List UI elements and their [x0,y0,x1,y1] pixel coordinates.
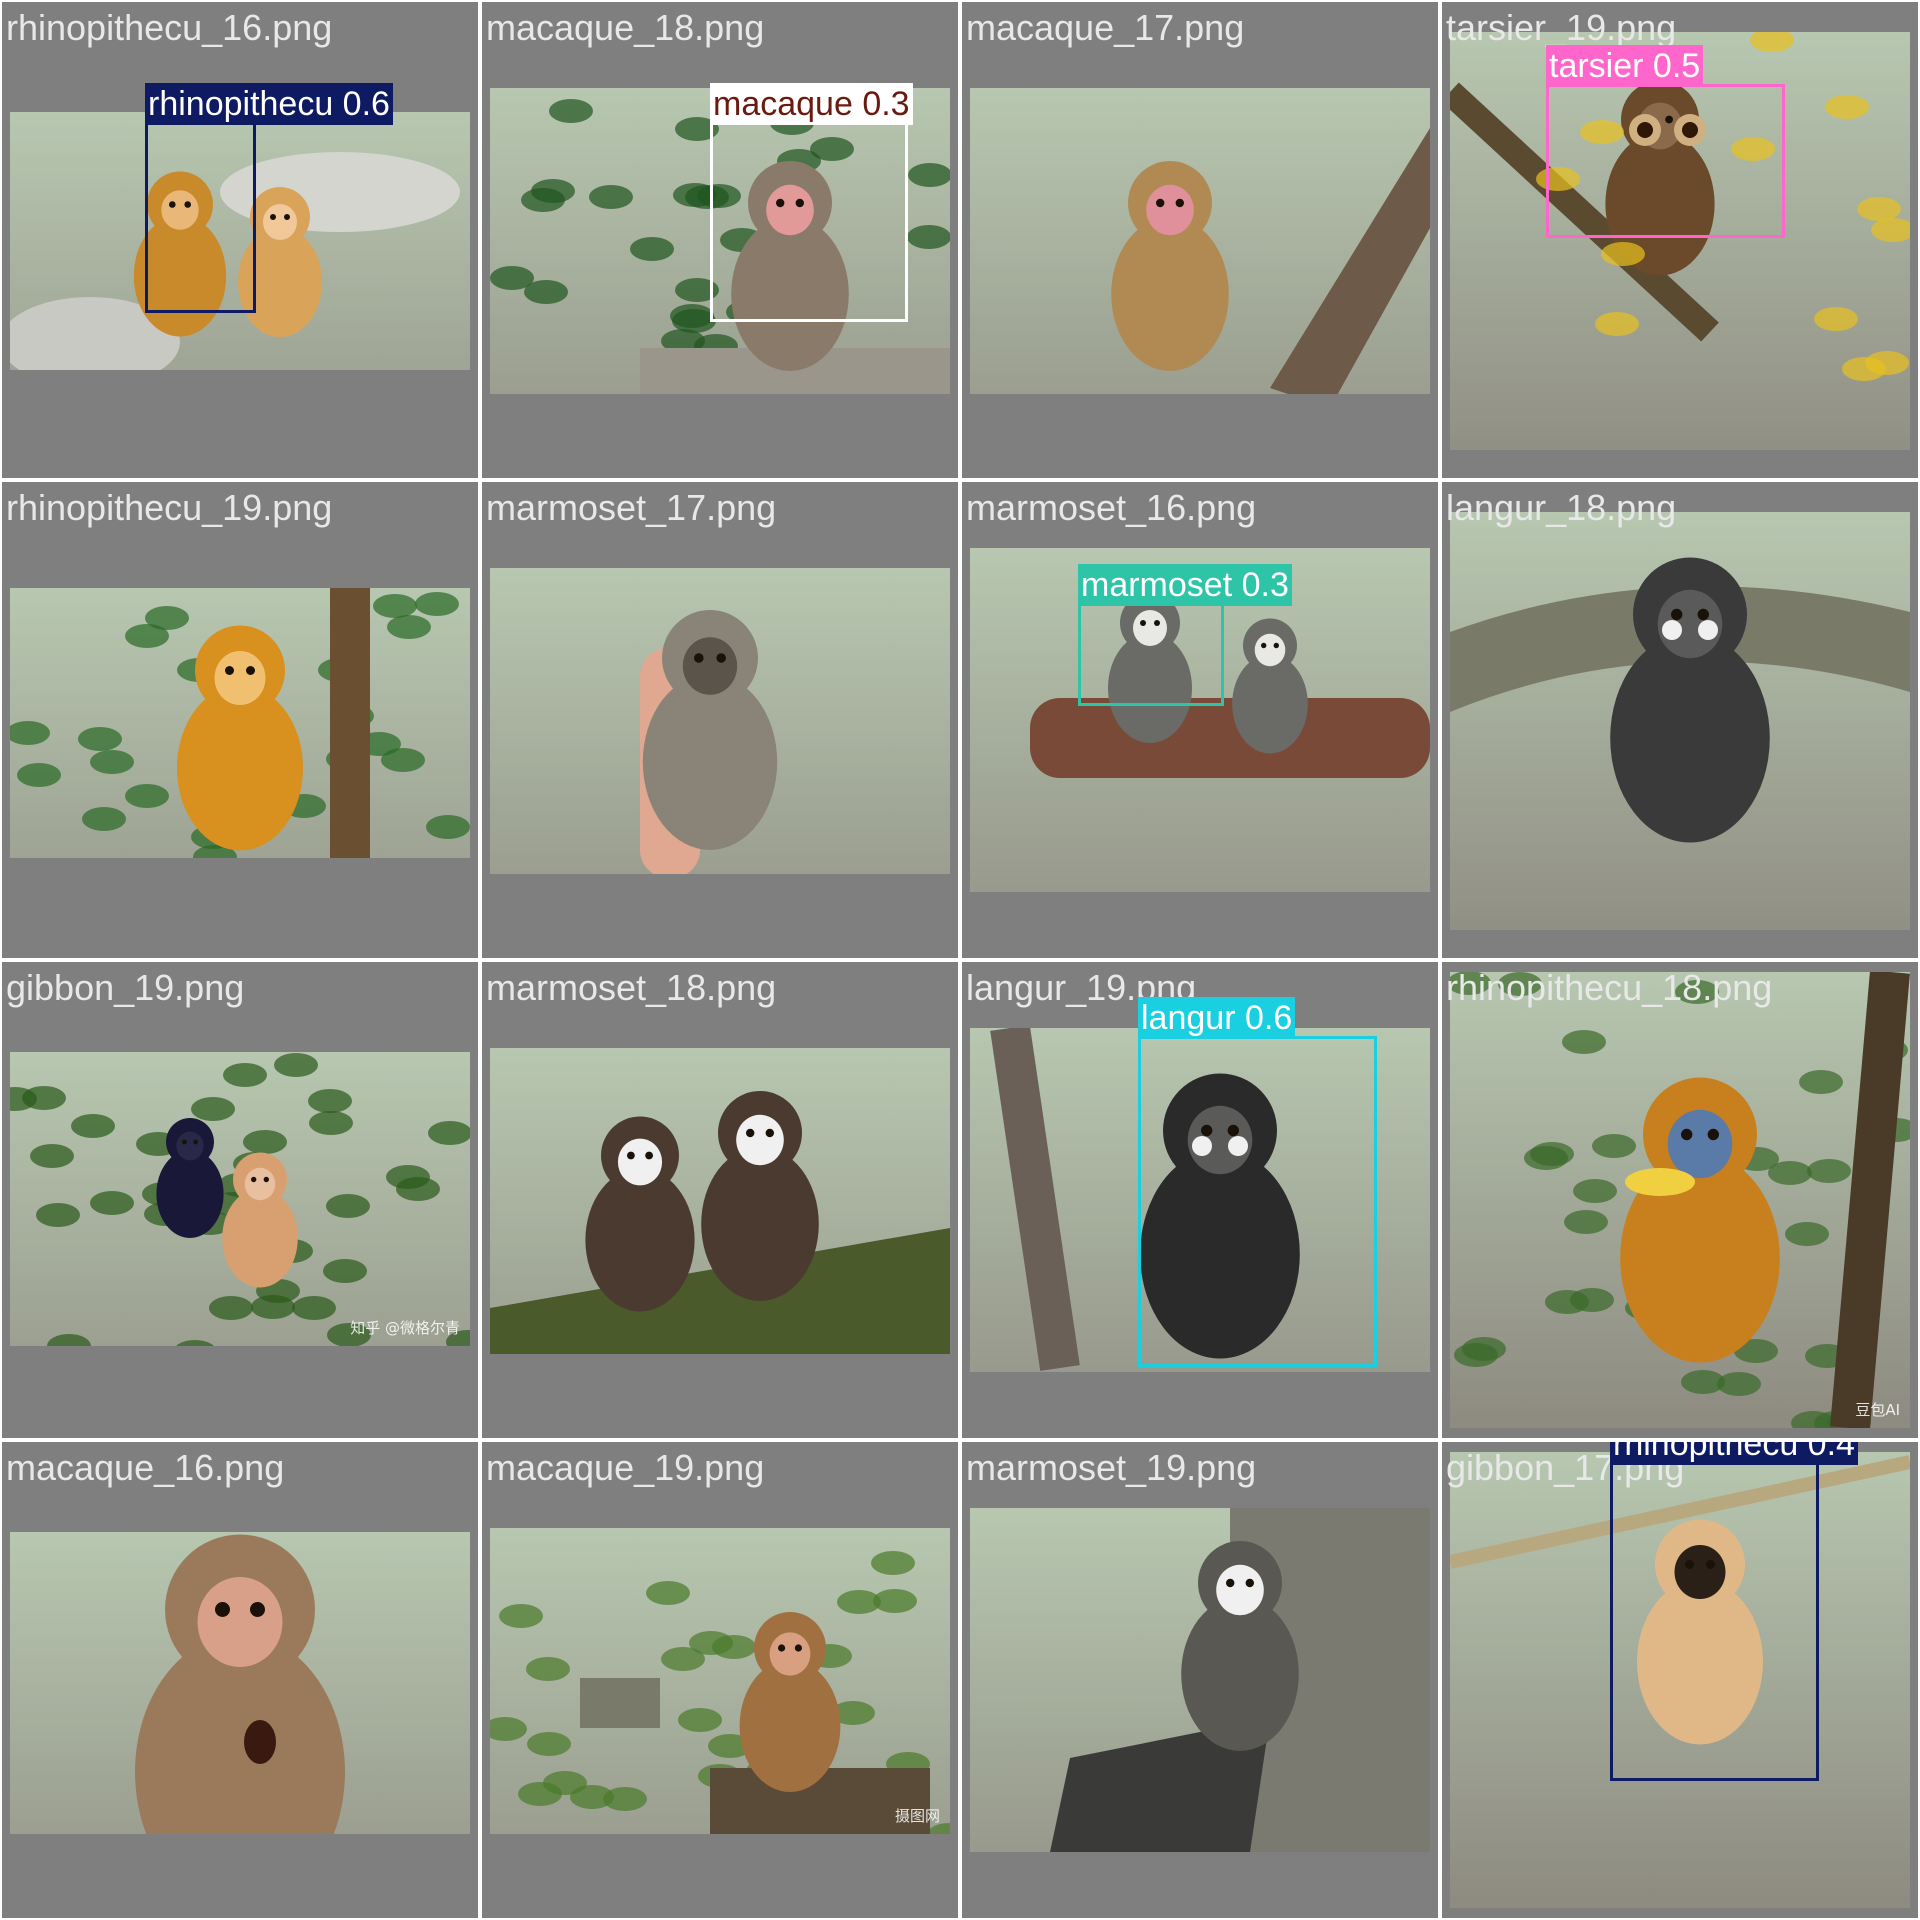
tile-filename: rhinopithecu_16.png [6,7,333,48]
result-tile: rhinopithecu_16.png rhinopithecu 0.6 [2,2,478,478]
detection-label: macaque 0.3 [710,83,913,125]
photo-watermark: 摄图网 [894,1807,940,1825]
tile-filename: macaque_16.png [6,1447,285,1488]
tile-filename: rhinopithecu_19.png [6,487,333,528]
result-tile: gibbon_17.png rhinopithecu 0.4 [1442,1442,1918,1918]
detection-box: macaque 0.3 [710,83,913,322]
result-tile: macaque_18.pngmacaque 0.3 [482,2,958,478]
tile-filename: macaque_17.png [966,7,1245,48]
detection-box: rhinopithecu 0.6 [145,83,393,313]
tile-filename: macaque_18.png [486,7,765,48]
animal-photo [10,1532,470,1834]
animal-photo: 摄图网 [490,1528,950,1834]
tile-filename: macaque_19.png [486,1447,765,1488]
detection-label: tarsier 0.5 [1546,45,1704,87]
result-tile: marmoset_18.png [482,962,958,1438]
result-tile: 豆包AI rhinopithecu_18.png [1442,962,1918,1438]
result-tile: rhinopithecu_19.png [2,482,478,958]
image-grid: rhinopithecu_16.png rhinopithecu 0.6 maca… [0,0,1920,1920]
result-tile: langur_18.png [1442,482,1918,958]
result-tile: 摄图网 macaque_19.png [482,1442,958,1918]
animal-photo: 知乎 @微格尔青 [10,1052,470,1346]
detection-label: rhinopithecu 0.4 [1610,1442,1858,1465]
animal-photo [1450,512,1910,930]
tile-filename: tarsier_19.png [1446,7,1677,48]
tile-filename: gibbon_19.png [6,967,245,1008]
photo-watermark: 知乎 @微格尔青 [350,1319,460,1337]
result-tile: tarsier_19.png tarsier 0.5 [1442,2,1918,478]
tile-filename: rhinopithecu_18.png [1446,967,1773,1008]
detection-label: marmoset 0.3 [1078,564,1292,606]
detection-box: rhinopithecu 0.4 [1610,1442,1858,1781]
result-tile: langur_19.png langur 0.6 [962,962,1438,1438]
detection-label: langur 0.6 [1138,997,1296,1039]
result-tile: macaque_17.png [962,2,1438,478]
animal-photo [490,1048,950,1354]
detection-box: langur 0.6 [1138,997,1377,1367]
result-tile: macaque_16.png [2,1442,478,1918]
tile-filename: langur_18.png [1446,487,1677,528]
result-tile: 知乎 @微格尔青 gibbon_19.png [2,962,478,1438]
animal-photo [10,588,470,858]
result-tile: marmoset_16.png marmoset 0.3 [962,482,1438,958]
tile-filename: marmoset_16.png [966,487,1257,528]
detection-box: tarsier 0.5 [1546,45,1785,238]
detection-box: marmoset 0.3 [1078,564,1292,706]
animal-photo [970,88,1430,394]
photo-watermark: 豆包AI [1855,1401,1900,1419]
tile-filename: marmoset_18.png [486,967,777,1008]
result-tile: marmoset_17.png [482,482,958,958]
result-tile: marmoset_19.png [962,1442,1438,1918]
detection-label: rhinopithecu 0.6 [145,83,393,125]
animal-photo [490,568,950,874]
tile-filename: marmoset_19.png [966,1447,1257,1488]
animal-photo [970,1508,1430,1852]
animal-photo: 豆包AI [1450,972,1910,1428]
tile-filename: marmoset_17.png [486,487,777,528]
